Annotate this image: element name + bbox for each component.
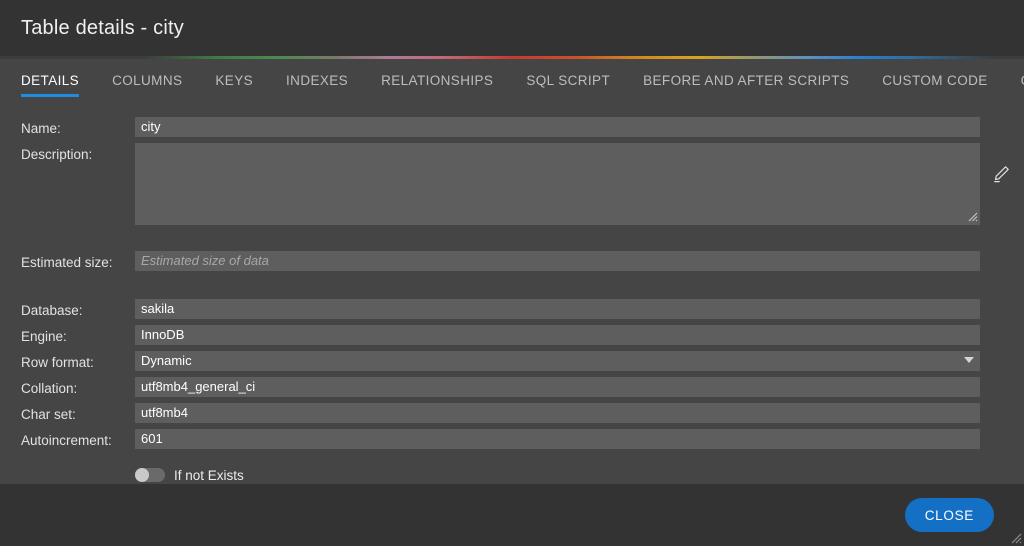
row-format-field-wrap — [135, 351, 980, 371]
char-set-label: Char set: — [21, 407, 76, 422]
spacer-above-toggles — [0, 455, 1024, 465]
engine-input[interactable] — [135, 325, 980, 345]
description-field-wrap — [135, 143, 1009, 225]
tab-relationships[interactable]: RELATIONSHIPS — [381, 73, 493, 97]
engine-label: Engine: — [21, 329, 67, 344]
tab-custom-code-label: CUSTOM CODE — [882, 73, 988, 88]
collation-input[interactable] — [135, 377, 980, 397]
database-input[interactable] — [135, 299, 980, 319]
collation-field-wrap — [135, 377, 980, 397]
if-not-exists-label: If not Exists — [174, 467, 244, 483]
tab-sql-script[interactable]: SQL SCRIPT — [526, 73, 610, 97]
engine-field-wrap — [135, 325, 980, 345]
pencil-icon[interactable] — [991, 163, 1013, 185]
toggle-knob — [135, 468, 149, 482]
tab-custom-code[interactable]: CUSTOM CODE — [882, 73, 987, 97]
name-field-wrap — [135, 117, 980, 137]
form-row-database: Database: — [0, 299, 1024, 321]
details-form-panel: Name: Description: Estimated size: Datab… — [0, 107, 1024, 503]
form-row-engine: Engine: — [0, 325, 1024, 347]
tab-details[interactable]: DETAILS — [21, 73, 80, 97]
form-row-autoincrement: Autoincrement: — [0, 429, 1024, 451]
estimated-size-input[interactable] — [135, 251, 980, 271]
estimated-size-label: Estimated size: — [21, 255, 113, 270]
autoincrement-field-wrap — [135, 429, 980, 449]
collation-label: Collation: — [21, 381, 78, 396]
name-label: Name: — [21, 121, 61, 136]
tab-details-label: DETAILS — [21, 73, 80, 88]
window-titlebar: Table details - city — [0, 0, 1024, 56]
tab-before-and-after-scripts[interactable]: BEFORE AND AFTER SCRIPTS — [643, 73, 849, 97]
form-row-estimated-size: Estimated size: — [0, 251, 1024, 273]
spacer-above-estimated-size — [0, 229, 1024, 251]
tab-columns-label: COLUMNS — [112, 73, 183, 88]
tab-relationships-label: RELATIONSHIPS — [381, 73, 494, 88]
char-set-field-wrap — [135, 403, 980, 423]
tab-keys-label: KEYS — [215, 73, 254, 88]
spacer-above-database — [0, 277, 1024, 299]
form-row-name: Name: — [0, 117, 1024, 139]
tab-indexes-label: INDEXES — [286, 73, 349, 88]
form-row-description: Description: — [0, 143, 1024, 225]
database-label: Database: — [21, 303, 83, 318]
autoincrement-label: Autoincrement: — [21, 433, 112, 448]
tab-columns[interactable]: COLUMNS — [112, 73, 182, 97]
database-field-wrap — [135, 299, 980, 319]
tab-bar: DETAILS COLUMNS KEYS INDEXES RELATIONSHI… — [0, 59, 1024, 107]
form-row-collation: Collation: — [0, 377, 1024, 399]
row-format-label: Row format: — [21, 355, 94, 370]
form-row-char-set: Char set: — [0, 403, 1024, 425]
tab-before-and-after-scripts-label: BEFORE AND AFTER SCRIPTS — [643, 73, 850, 88]
name-input[interactable] — [135, 117, 980, 137]
if-not-exists-toggle[interactable] — [135, 468, 165, 482]
char-set-input[interactable] — [135, 403, 980, 423]
description-label: Description: — [21, 147, 93, 162]
row-format-select[interactable] — [135, 351, 980, 371]
form-row-row-format: Row format: — [0, 351, 1024, 373]
close-button[interactable]: CLOSE — [904, 498, 994, 532]
tab-indexes[interactable]: INDEXES — [286, 73, 348, 97]
toggle-row-if-not-exists: If not Exists — [0, 465, 1024, 485]
page-title: Table details - city — [21, 16, 184, 39]
dialog-footer: CLOSE — [0, 484, 1024, 546]
tab-sql-script-label: SQL SCRIPT — [526, 73, 611, 88]
tab-graphics-label: GRAPHICS — [1021, 73, 1024, 88]
tab-keys[interactable]: KEYS — [215, 73, 253, 97]
description-textarea[interactable] — [135, 143, 980, 225]
tab-graphics[interactable]: GRAPHICS — [1021, 73, 1024, 97]
estimated-size-field-wrap — [135, 251, 980, 271]
autoincrement-input[interactable] — [135, 429, 980, 449]
